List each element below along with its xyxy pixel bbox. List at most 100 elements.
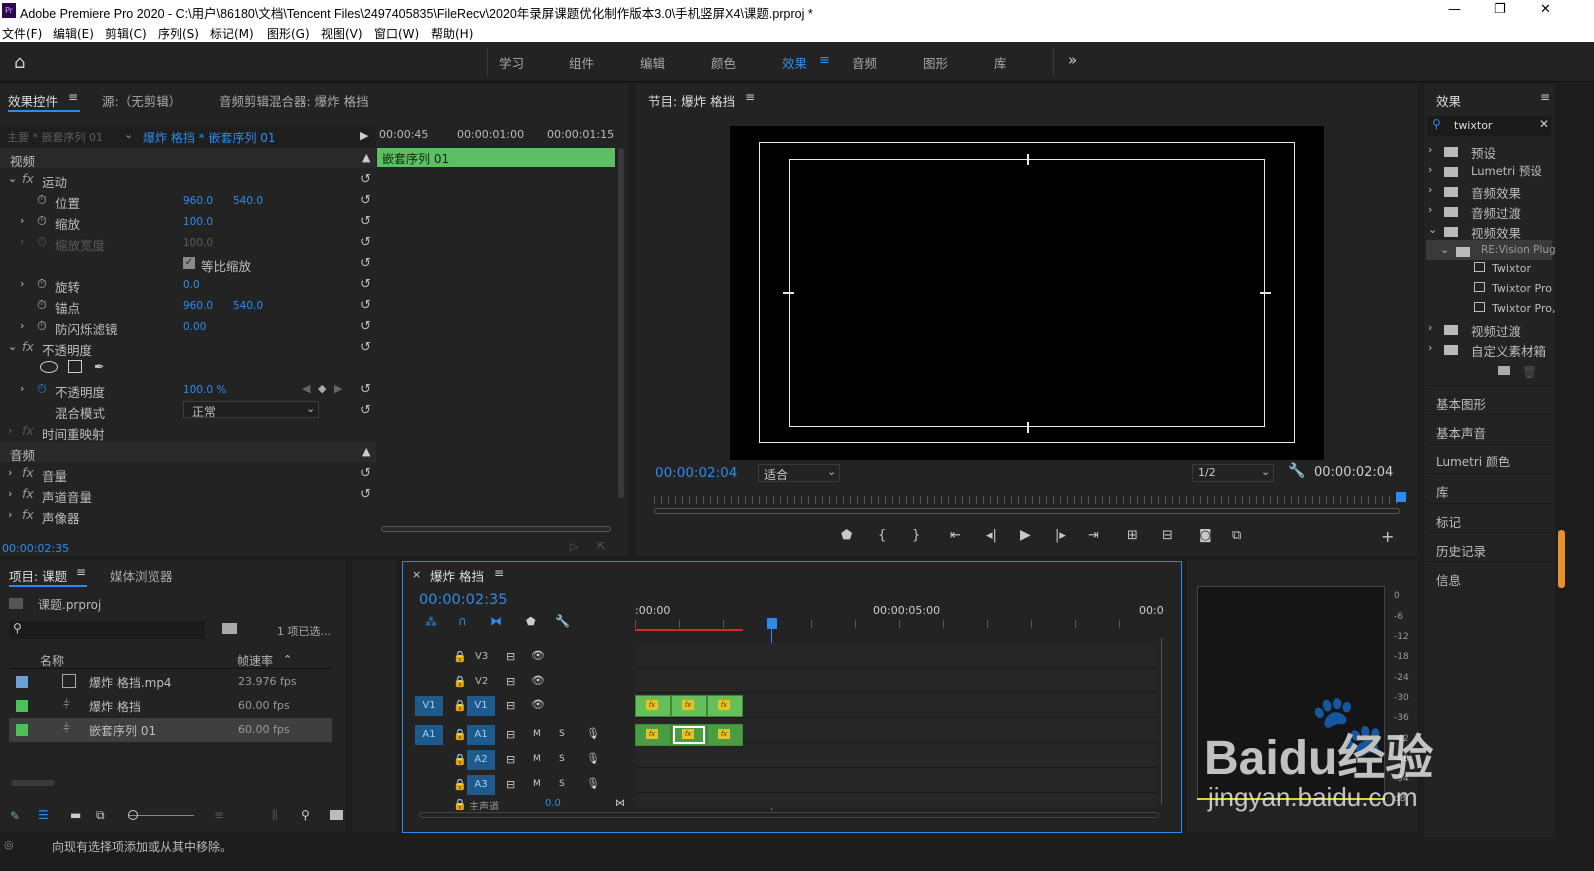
lock-icon[interactable]: 🔒 xyxy=(453,699,467,712)
menu-window[interactable]: 窗口(W) xyxy=(374,25,419,42)
clip-label[interactable]: 爆炸 格挡 * 嵌套序列 01 xyxy=(143,129,276,146)
workspace-tab-editing[interactable]: 编辑 xyxy=(640,53,665,72)
close-button[interactable]: ✕ xyxy=(1540,2,1551,17)
comparison-view-icon[interactable]: ⧉ xyxy=(1232,528,1241,543)
position-x[interactable]: 960.0 xyxy=(183,195,213,207)
collapse-chevron-icon[interactable]: ⌄ xyxy=(1428,223,1437,236)
menu-marker[interactable]: 标记(M) xyxy=(210,25,254,42)
timeline-hscroll[interactable] xyxy=(419,812,1159,818)
new-search-bin-icon[interactable] xyxy=(222,623,237,634)
mute-button[interactable]: M xyxy=(533,729,541,739)
fx-icon[interactable]: fx xyxy=(22,465,34,480)
lift-icon[interactable]: ⊞ xyxy=(1127,528,1138,543)
new-bin-icon[interactable] xyxy=(1498,366,1510,375)
reset-icon[interactable]: ↺ xyxy=(360,319,374,334)
ec-timecode[interactable]: 00:00:02:35 xyxy=(2,542,69,555)
reset-icon[interactable]: ↺ xyxy=(360,340,374,355)
workspace-tab-color[interactable]: 颜色 xyxy=(711,53,736,72)
lock-icon[interactable]: 🔒 xyxy=(453,778,467,791)
panner-row[interactable]: › fx 声像器 xyxy=(0,505,376,526)
column-name[interactable]: 名称 xyxy=(40,652,64,669)
settings-wrench-icon[interactable]: 🔧 xyxy=(1288,463,1305,479)
workspace-tab-audio[interactable]: 音频 xyxy=(852,53,877,72)
menu-graphics[interactable]: 图形(G) xyxy=(267,25,310,42)
reset-icon[interactable]: ↺ xyxy=(360,193,374,208)
label-color-swatch[interactable] xyxy=(16,676,28,688)
info-panel[interactable]: 信息 xyxy=(1426,561,1552,590)
timeline-playhead-head[interactable] xyxy=(767,618,777,629)
zoom-slider-handle[interactable] xyxy=(128,810,138,820)
video-clip[interactable]: fx xyxy=(635,695,671,717)
snap-magnet-icon[interactable]: ∩ xyxy=(458,614,467,628)
workspace-tab-learn[interactable]: 学习 xyxy=(499,53,524,72)
export-icon[interactable]: ⇱ xyxy=(597,540,606,553)
effects-item-presets[interactable]: › 预设 xyxy=(1426,140,1552,161)
lock-icon[interactable]: 🔒 xyxy=(453,728,467,741)
source-patch-v1[interactable]: V1 xyxy=(415,696,443,716)
collapse-chevron-icon[interactable]: ⌄ xyxy=(1440,243,1449,256)
menu-clip[interactable]: 剪辑(C) xyxy=(105,25,147,42)
linked-selection-icon[interactable]: ⧓ xyxy=(490,614,502,628)
workspace-menu-icon[interactable]: ≡ xyxy=(819,53,830,68)
reset-icon[interactable]: ↺ xyxy=(360,487,374,502)
tab-audio-clip-mixer[interactable]: 音频剪辑混合器: 爆炸 格挡 xyxy=(219,91,369,110)
stopwatch-icon[interactable]: ⏱ xyxy=(37,192,47,208)
mute-button[interactable]: M xyxy=(533,779,541,789)
find-icon[interactable]: ⚲ xyxy=(301,808,310,822)
freeform-view-icon[interactable]: ⧉ xyxy=(96,808,105,823)
stopwatch-icon[interactable]: ⏱ xyxy=(37,213,47,229)
reset-icon[interactable]: ↺ xyxy=(360,298,374,313)
reset-icon[interactable]: ↺ xyxy=(360,235,374,250)
home-icon[interactable]: ⌂ xyxy=(14,52,25,73)
expand-chevron-icon[interactable]: › xyxy=(1428,203,1432,216)
right-scrollbar[interactable] xyxy=(1558,530,1565,588)
mute-button[interactable]: M xyxy=(533,754,541,764)
ellipse-mask-icon[interactable] xyxy=(40,361,58,373)
project-item[interactable]: ⫩ 爆炸 格挡 60.00 fps xyxy=(9,694,332,718)
opacity-value[interactable]: 100.0 % xyxy=(183,384,226,396)
menu-edit[interactable]: 编辑(E) xyxy=(53,25,94,42)
expand-chevron-icon[interactable]: › xyxy=(8,487,12,500)
go-to-out-icon[interactable]: ⇥ xyxy=(1088,528,1099,543)
expand-chevron-icon[interactable]: › xyxy=(1428,163,1432,176)
reset-icon[interactable]: ↺ xyxy=(360,214,374,229)
menu-file[interactable]: 文件(F) xyxy=(2,25,42,42)
effects-panel-title[interactable]: 效果 xyxy=(1436,91,1461,110)
eye-icon[interactable]: 👁 xyxy=(531,698,545,711)
tab-media-browser[interactable]: 媒体浏览器 xyxy=(110,566,173,585)
expand-chevron-icon[interactable]: › xyxy=(1428,321,1432,334)
flicker-value[interactable]: 0.00 xyxy=(183,321,206,333)
stopwatch-icon[interactable]: ⏱ xyxy=(37,297,47,313)
microphone-icon[interactable]: 🎙 xyxy=(586,727,600,740)
go-to-in-icon[interactable]: ⇤ xyxy=(950,528,961,543)
expand-chevron-icon[interactable]: › xyxy=(20,319,24,332)
maximize-button[interactable]: ❐ xyxy=(1494,2,1506,17)
rotation-value[interactable]: 0.0 xyxy=(183,279,200,291)
opacity-group-row[interactable]: ⌄ fx 不透明度 ↺ xyxy=(0,337,376,358)
add-button-icon[interactable]: + xyxy=(1381,527,1394,546)
solo-button[interactable]: S xyxy=(559,754,565,764)
add-keyframe-icon[interactable]: ◆ xyxy=(318,382,326,395)
export-frame-camera-icon[interactable]: ◙ xyxy=(1199,528,1212,543)
ec-vscroll[interactable] xyxy=(618,148,624,498)
resolution-select[interactable]: 1/2 ⌄ xyxy=(1192,464,1274,482)
expand-chevron-icon[interactable]: › xyxy=(1428,143,1432,156)
next-keyframe-icon[interactable]: ▶ xyxy=(334,382,342,395)
scale-value[interactable]: 100.0 xyxy=(183,216,213,228)
fit-select[interactable]: 适合 ⌄ xyxy=(758,464,840,482)
workspace-tab-libraries[interactable]: 库 xyxy=(994,53,1007,72)
icon-view-icon[interactable]: ▬ xyxy=(70,808,81,822)
effects-item-lumetri-presets[interactable]: › Lumetri 预设 xyxy=(1426,160,1552,180)
sync-lock-icon[interactable]: ⊟ xyxy=(506,650,515,663)
label-color-swatch[interactable] xyxy=(16,700,28,712)
tab-project[interactable]: 项目: 课题 xyxy=(9,566,67,585)
timeline-settings-wrench-icon[interactable]: 🔧 xyxy=(555,614,570,628)
expand-chevron-icon[interactable]: › xyxy=(1428,341,1432,354)
pen-mask-icon[interactable]: ✒ xyxy=(94,359,104,374)
lock-icon[interactable]: 🔒 xyxy=(453,798,467,810)
anchor-y[interactable]: 540.0 xyxy=(233,300,263,312)
eye-icon[interactable]: 👁 xyxy=(531,674,545,687)
video-frame[interactable] xyxy=(730,126,1324,460)
sync-lock-icon[interactable]: ⊟ xyxy=(506,675,515,688)
project-item-selected[interactable]: ⫩ 嵌套序列 01 60.00 fps xyxy=(9,718,332,742)
